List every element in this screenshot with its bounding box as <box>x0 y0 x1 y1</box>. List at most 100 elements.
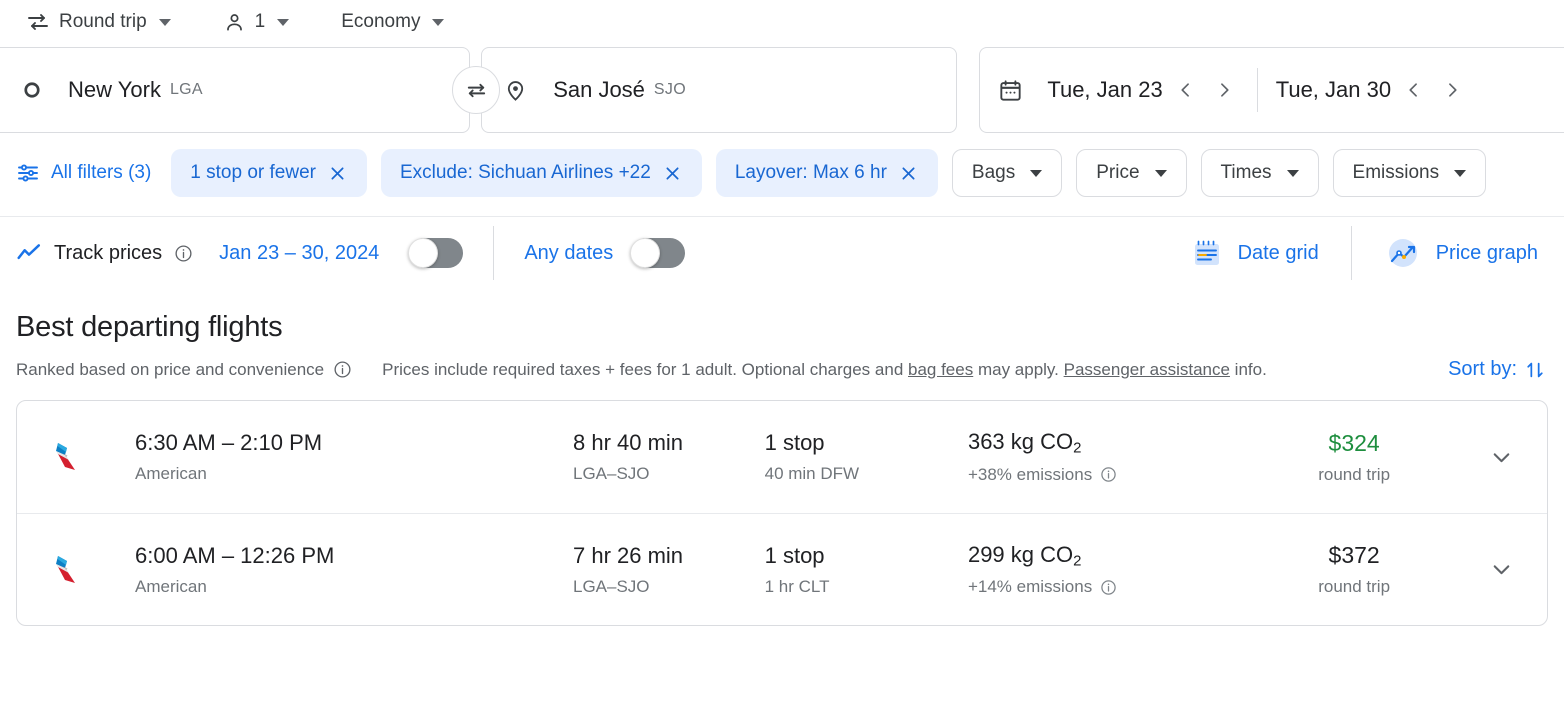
filter-chip-label: Price <box>1096 162 1139 184</box>
any-dates-label[interactable]: Any dates <box>524 242 613 265</box>
flight-route: LGA–SJO <box>573 464 765 484</box>
fees-note: Prices include required taxes + fees for… <box>382 360 1267 380</box>
close-icon[interactable] <box>328 163 348 183</box>
origin-city: New York <box>68 77 161 103</box>
flight-price: $372 <box>1261 542 1447 569</box>
results-subtitle: Ranked based on price and convenience Pr… <box>16 358 1546 381</box>
filter-chip-times[interactable]: Times <box>1201 149 1319 197</box>
filter-chip-price[interactable]: Price <box>1076 149 1186 197</box>
vertical-divider <box>1351 226 1352 280</box>
track-date-range-toggle[interactable] <box>409 238 463 268</box>
sort-by-button[interactable]: Sort by: <box>1448 358 1546 381</box>
close-icon[interactable] <box>663 163 683 183</box>
flight-co2: 299 kg CO2 <box>968 542 1261 569</box>
fees-note-part2: may apply. <box>973 360 1063 379</box>
sort-arrows-icon <box>1524 359 1546 381</box>
passenger-assistance-link[interactable]: Passenger assistance <box>1064 360 1230 379</box>
destination-input[interactable]: San José SJO <box>481 47 957 133</box>
swap-origin-destination-button[interactable] <box>452 66 500 114</box>
any-dates-toggle[interactable] <box>631 238 685 268</box>
departure-date-group[interactable]: Tue, Jan 23 <box>1043 48 1242 132</box>
flight-co2-subscript: 2 <box>1073 440 1081 457</box>
flight-co2-value: 299 kg CO <box>968 542 1073 567</box>
flight-time-column: 6:30 AM – 2:10 PM American <box>135 430 573 484</box>
person-icon <box>223 11 246 34</box>
chevron-down-icon <box>432 19 444 26</box>
page-title: Best departing flights <box>16 311 1546 344</box>
passengers-selector[interactable]: 1 <box>213 4 300 40</box>
trip-type-selector[interactable]: Round trip <box>16 4 181 40</box>
location-pin-icon <box>504 79 527 102</box>
expand-flight-details-button[interactable] <box>1477 433 1525 481</box>
return-prev-day-button[interactable] <box>1395 71 1433 109</box>
flight-times: 6:30 AM – 2:10 PM <box>135 430 573 456</box>
flight-price-column: $372 round trip <box>1261 542 1447 597</box>
passenger-count-label: 1 <box>255 11 266 33</box>
flight-result-row[interactable]: 6:30 AM – 2:10 PM American 8 hr 40 min L… <box>17 401 1547 513</box>
flight-stops: 1 stop <box>765 543 968 569</box>
return-next-day-button[interactable] <box>1433 71 1471 109</box>
flight-stops-column: 1 stop 1 hr CLT <box>765 543 968 597</box>
return-date: Tue, Jan 30 <box>1272 77 1395 103</box>
all-filters-button[interactable]: All filters (3) <box>16 161 157 185</box>
sort-by-label: Sort by: <box>1448 358 1517 381</box>
flight-stops: 1 stop <box>765 430 968 456</box>
view-switchers: Date grid Price graph <box>1182 226 1546 280</box>
flight-layover: 40 min DFW <box>765 464 968 484</box>
flight-co2: 363 kg CO2 <box>968 429 1261 456</box>
flight-result-row[interactable]: 6:00 AM – 12:26 PM American 7 hr 26 min … <box>17 513 1547 625</box>
trending-up-icon <box>16 240 42 266</box>
flight-route: LGA–SJO <box>573 577 765 597</box>
flight-co2-value: 363 kg CO <box>968 429 1073 454</box>
expand-flight-details-button[interactable] <box>1477 546 1525 594</box>
flight-airline: American <box>135 464 573 484</box>
info-icon[interactable] <box>333 360 352 379</box>
flight-duration-column: 7 hr 26 min LGA–SJO <box>573 543 765 597</box>
all-filters-label: All filters (3) <box>51 162 151 184</box>
filters-row: All filters (3) 1 stop or fewer Exclude:… <box>0 144 1564 202</box>
dates-input[interactable]: Tue, Jan 23 Tue, Jan 30 <box>979 47 1564 133</box>
trip-options-bar: Round trip 1 Economy <box>0 0 1564 44</box>
results-header: Best departing flights Ranked based on p… <box>0 289 1564 381</box>
close-icon[interactable] <box>899 163 919 183</box>
flight-emissions-delta-line: +14% emissions <box>968 577 1261 597</box>
origin-input[interactable]: New York LGA <box>0 47 470 133</box>
bag-fees-link[interactable]: bag fees <box>908 360 973 379</box>
price-graph-label: Price graph <box>1436 242 1538 265</box>
filter-chip-airlines[interactable]: Exclude: Sichuan Airlines +22 <box>381 149 702 197</box>
price-graph-icon <box>1384 234 1422 272</box>
track-date-range-label[interactable]: Jan 23 – 30, 2024 <box>219 242 379 265</box>
flight-results-card: 6:30 AM – 2:10 PM American 8 hr 40 min L… <box>16 400 1548 626</box>
filter-chip-label: 1 stop or fewer <box>190 162 316 184</box>
track-prices-row: Track prices Jan 23 – 30, 2024 Any dates <box>0 217 1564 289</box>
departure-prev-day-button[interactable] <box>1167 71 1205 109</box>
filter-chip-layover[interactable]: Layover: Max 6 hr <box>716 149 938 197</box>
flight-time-column: 6:00 AM – 12:26 PM American <box>135 543 573 597</box>
flight-times: 6:00 AM – 12:26 PM <box>135 543 573 569</box>
filter-chip-stops[interactable]: 1 stop or fewer <box>171 149 367 197</box>
filter-chip-label: Bags <box>972 162 1015 184</box>
departure-next-day-button[interactable] <box>1205 71 1243 109</box>
trip-type-label: Round trip <box>59 11 147 33</box>
origin-code: LGA <box>170 81 203 99</box>
toggle-knob <box>630 238 660 268</box>
filter-chip-bags[interactable]: Bags <box>952 149 1062 197</box>
destination-city: San José <box>553 77 645 103</box>
flight-duration: 7 hr 26 min <box>573 543 765 569</box>
info-icon[interactable] <box>1100 579 1117 596</box>
return-date-group[interactable]: Tue, Jan 30 <box>1272 48 1471 132</box>
cabin-class-selector[interactable]: Economy <box>331 4 454 40</box>
filter-chip-label: Times <box>1221 162 1272 184</box>
flight-emissions-delta-line: +38% emissions <box>968 465 1261 485</box>
info-icon[interactable] <box>174 244 193 263</box>
flight-price: $324 <box>1261 430 1447 457</box>
flight-price-column: $324 round trip <box>1261 430 1447 485</box>
date-grid-label: Date grid <box>1238 242 1319 265</box>
filter-chip-label: Exclude: Sichuan Airlines +22 <box>400 162 651 184</box>
circle-outline-icon <box>22 80 42 100</box>
filter-chip-emissions[interactable]: Emissions <box>1333 149 1487 197</box>
flight-price-note: round trip <box>1261 577 1447 597</box>
date-grid-button[interactable]: Date grid <box>1182 236 1327 270</box>
info-icon[interactable] <box>1100 466 1117 483</box>
price-graph-button[interactable]: Price graph <box>1376 234 1546 272</box>
